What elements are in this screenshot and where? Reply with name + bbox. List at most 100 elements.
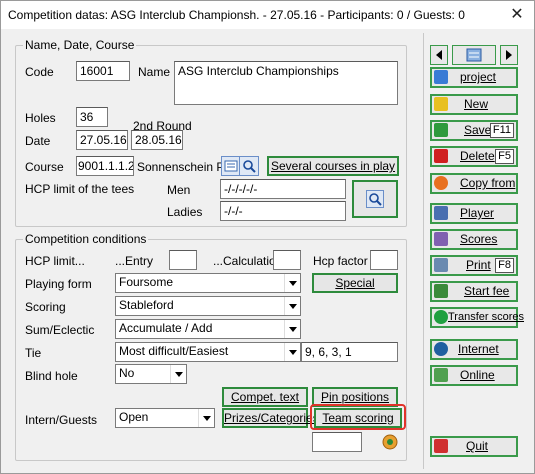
transfer-scores-label: Transfer scores [448,311,525,323]
transfer-scores-button[interactable]: Transfer scores [430,307,524,328]
compet-text-button[interactable]: Compet. text [222,387,308,407]
sum-eclectic-value: Accumulate / Add [119,321,213,335]
save-button[interactable]: Save F11 [430,120,518,141]
online-label: Online [460,368,495,382]
special-button[interactable]: Special [312,273,398,293]
holes-field[interactable]: 36 [76,107,108,127]
chevron-down-icon [198,409,214,427]
internet-button[interactable]: Internet [430,339,518,360]
print-shortcut: F8 [495,258,514,273]
blind-hole-value: No [119,366,135,380]
team-scoring-field[interactable] [312,432,362,452]
player-label: Player [460,206,495,220]
hcp-factor-field[interactable] [370,250,398,270]
save-label: Save [464,123,492,137]
course-list-icon[interactable] [221,156,241,176]
tee-search-button[interactable] [352,180,398,218]
print-button[interactable]: Print F8 [430,255,518,276]
copy-icon [434,176,448,190]
player-button[interactable]: Player [430,203,518,224]
tie-select[interactable]: Most difficult/Easiest [115,342,301,362]
men-field[interactable]: -/-/-/-/- [220,179,346,199]
hcp-limit-label: HCP limit... [25,254,85,268]
playing-form-select[interactable]: Foursome [115,273,301,293]
settings-icon[interactable] [381,433,399,451]
project-button[interactable]: project [430,67,518,88]
course-label: Course [25,160,64,174]
entry-field[interactable] [169,250,197,270]
print-label: Print [466,258,491,272]
delete-icon [434,149,448,163]
prizes-categories-button[interactable]: Prizes/Categories [222,408,319,428]
list-icon [466,48,482,62]
calculation-label: ...Calculation [213,254,283,268]
chevron-down-icon [284,343,300,361]
intern-guests-select[interactable]: Open [115,408,215,428]
tie-holes-field[interactable]: 9, 6, 3, 1 [301,342,398,362]
blind-hole-label: Blind hole [25,369,78,383]
separator [423,33,424,469]
start-fee-label: Start fee [464,284,510,298]
quit-icon [434,439,448,453]
playing-form-label: Playing form [25,277,92,291]
scoring-value: Stableford [119,298,174,312]
chevron-down-icon [284,274,300,292]
course-name: Sonnenschein Pla [137,160,221,174]
ladies-field[interactable]: -/-/- [220,201,346,221]
chevron-down-icon [170,365,186,383]
holes-label: Holes [25,111,56,125]
list-button[interactable] [452,45,496,65]
entry-label: ...Entry [115,254,154,268]
copy-from-button[interactable]: Copy from [430,173,518,194]
chevron-down-icon [284,297,300,315]
sum-eclectic-select[interactable]: Accumulate / Add [115,319,301,339]
calculation-field[interactable] [273,250,301,270]
scoring-select[interactable]: Stableford [115,296,301,316]
copy-from-label: Copy from [460,176,516,190]
men-label: Men [167,183,191,197]
new-button[interactable]: New [430,94,518,115]
scores-button[interactable]: Scores [430,229,518,250]
several-courses-button[interactable]: Several courses in play [267,156,399,176]
code-label: Code [25,65,54,79]
blind-hole-select[interactable]: No [115,364,187,384]
intern-guests-value: Open [119,410,149,424]
competition-window: Competition datas: ASG Interclub Champio… [0,0,535,474]
title-bar: Competition datas: ASG Interclub Champio… [1,1,534,29]
previous-button[interactable] [430,45,448,65]
date2-field[interactable]: 28.05.16 [131,130,183,150]
project-icon [434,70,448,84]
course-field[interactable]: 9001.1.1.2 [76,156,134,176]
delete-label: Delete [460,149,495,163]
save-shortcut: F11 [489,123,514,138]
code-field[interactable]: 16001 [76,61,130,81]
close-icon[interactable]: ✕ [500,1,534,29]
name-label: Name [138,65,171,79]
internet-label: Internet [458,342,499,356]
online-button[interactable]: Online [430,365,518,386]
date-label: Date [25,134,51,148]
course-search-icon[interactable] [239,156,259,176]
new-icon [434,97,448,111]
delete-button[interactable]: Delete F5 [430,146,518,167]
chevron-down-icon [284,320,300,338]
group-title: Name, Date, Course [23,38,137,52]
name-field[interactable]: ASG Interclub Championships [174,61,398,105]
group-title: Competition conditions [23,232,149,246]
playing-form-value: Foursome [119,275,174,289]
date-field[interactable]: 27.05.16 [76,130,128,150]
printer-icon [434,258,448,272]
online-icon [434,368,448,382]
quit-button[interactable]: Quit [430,436,518,457]
quit-label: Quit [466,439,489,453]
next-button[interactable] [500,45,518,65]
internet-icon [434,342,448,356]
new-label: New [464,97,489,111]
tie-label: Tie [25,346,42,360]
start-fee-button[interactable]: Start fee [430,281,518,302]
project-label: project [460,70,497,84]
start-fee-icon [434,284,448,298]
hcp-tees-label: HCP limit of the tees [25,182,135,196]
check-icon [434,123,448,137]
tie-value: Most difficult/Easiest [119,344,229,358]
